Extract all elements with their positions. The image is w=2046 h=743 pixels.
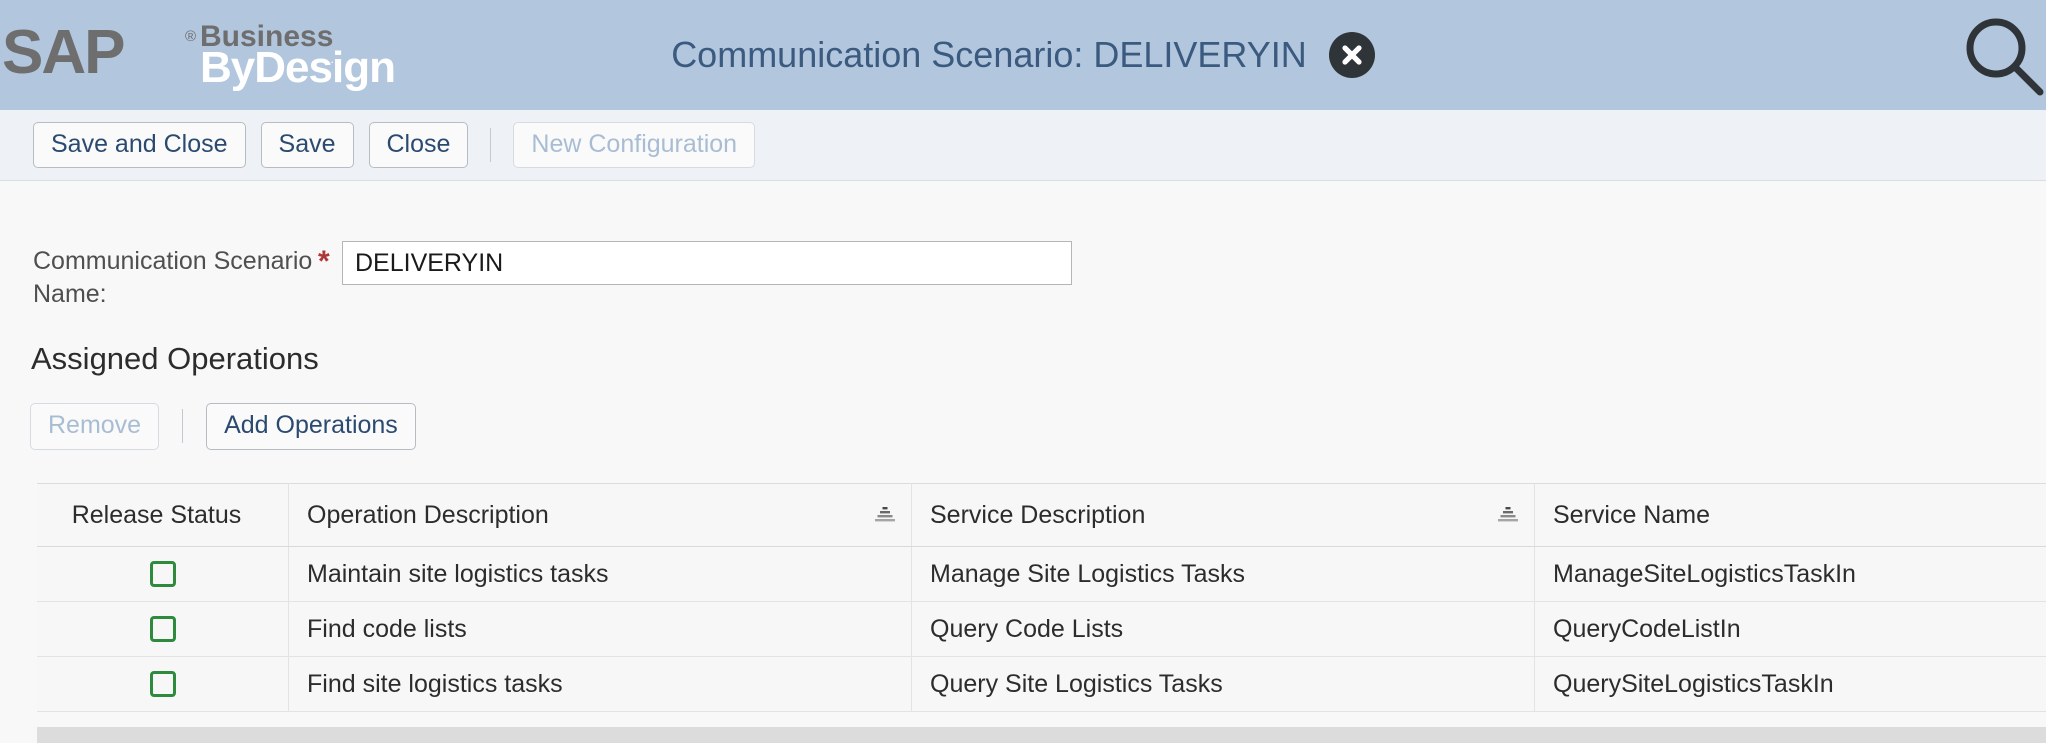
cell-text: ManageSiteLogisticsTaskIn — [1535, 560, 2046, 589]
column-header-operation-description[interactable]: Operation Description — [289, 484, 912, 547]
release-status-indicator-icon — [150, 616, 176, 642]
scenario-name-label: Communication Scenario Name: — [33, 241, 318, 311]
save-and-close-button[interactable]: Save and Close — [33, 122, 246, 169]
content-area: Communication Scenario Name: * Assigned … — [0, 181, 2046, 743]
close-icon[interactable] — [1329, 32, 1375, 78]
table-row[interactable]: Find site logistics tasks Query Site Log… — [37, 657, 2046, 712]
column-header-release-status[interactable]: Release Status — [37, 484, 289, 547]
required-marker: * — [318, 241, 342, 277]
scenario-name-input[interactable] — [342, 241, 1072, 285]
assigned-operations-heading: Assigned Operations — [31, 341, 319, 377]
toolbar-separator — [490, 128, 491, 162]
cell-operation-description: Find code lists — [289, 602, 912, 657]
cell-text: Maintain site logistics tasks — [289, 560, 911, 589]
logo-registered-mark: ® — [185, 28, 196, 45]
add-operations-button[interactable]: Add Operations — [206, 403, 416, 450]
new-configuration-button[interactable]: New Configuration — [513, 122, 755, 169]
logo-bydesign-mark: · — [330, 54, 334, 69]
sap-bydesign-logo: SAP ® Business ByDesign · — [0, 8, 340, 94]
main-toolbar: Save and Close Save Close New Configurat… — [0, 110, 2046, 181]
scenario-name-field-row: Communication Scenario Name: * — [33, 241, 1072, 311]
cell-operation-description: Maintain site logistics tasks — [289, 547, 912, 602]
column-header-label: Release Status — [72, 501, 242, 530]
remove-button[interactable]: Remove — [30, 403, 159, 450]
cell-release-status[interactable] — [37, 547, 289, 602]
column-header-label: Operation Description — [307, 501, 549, 530]
cell-operation-description: Find site logistics tasks — [289, 657, 912, 712]
app-header: SAP ® Business ByDesign · Communication … — [0, 0, 2046, 110]
column-header-label: Service Description — [930, 501, 1145, 530]
logo-bydesign-text: ByDesign — [200, 46, 395, 90]
cell-text: Query Code Lists — [912, 615, 1534, 644]
logo-sap-text: SAP — [2, 22, 123, 84]
cell-release-status[interactable] — [37, 602, 289, 657]
table-body: Maintain site logistics tasks Manage Sit… — [37, 547, 2046, 712]
sort-icon[interactable] — [1498, 501, 1518, 530]
release-status-indicator-icon — [150, 671, 176, 697]
cell-service-name: QuerySiteLogisticsTaskIn — [1535, 657, 2046, 712]
cell-service-name: QueryCodeListIn — [1535, 602, 2046, 657]
table-row[interactable]: Maintain site logistics tasks Manage Sit… — [37, 547, 2046, 602]
cell-text: QuerySiteLogisticsTaskIn — [1535, 670, 2046, 699]
sort-icon[interactable] — [875, 501, 895, 530]
column-header-service-name[interactable]: Service Name — [1535, 484, 2046, 547]
table-toolbar-separator — [182, 409, 183, 443]
cell-service-description: Manage Site Logistics Tasks — [912, 547, 1535, 602]
assigned-operations-table: Release Status Operation Description — [37, 483, 2046, 712]
cell-service-description: Query Code Lists — [912, 602, 1535, 657]
column-header-service-description[interactable]: Service Description — [912, 484, 1535, 547]
cell-release-status[interactable] — [37, 657, 289, 712]
page-title: Communication Scenario: DELIVERYIN — [671, 34, 1307, 76]
column-header-label: Service Name — [1553, 501, 1710, 530]
cell-text: Find code lists — [289, 615, 911, 644]
release-status-indicator-icon — [150, 561, 176, 587]
cell-service-name: ManageSiteLogisticsTaskIn — [1535, 547, 2046, 602]
cell-text: Query Site Logistics Tasks — [912, 670, 1534, 699]
table-toolbar: Remove Add Operations — [30, 403, 416, 450]
cell-service-description: Query Site Logistics Tasks — [912, 657, 1535, 712]
search-icon[interactable] — [1952, 6, 2046, 106]
cell-text: Find site logistics tasks — [289, 670, 911, 699]
close-button[interactable]: Close — [369, 122, 469, 169]
cell-text: Manage Site Logistics Tasks — [912, 560, 1534, 589]
assigned-operations-table-wrapper: Release Status Operation Description — [37, 483, 2046, 743]
table-horizontal-scrollbar[interactable] — [37, 727, 2046, 743]
table-row[interactable]: Find code lists Query Code Lists QueryCo… — [37, 602, 2046, 657]
save-button[interactable]: Save — [261, 122, 354, 169]
table-header-row: Release Status Operation Description — [37, 484, 2046, 547]
cell-text: QueryCodeListIn — [1535, 615, 2046, 644]
